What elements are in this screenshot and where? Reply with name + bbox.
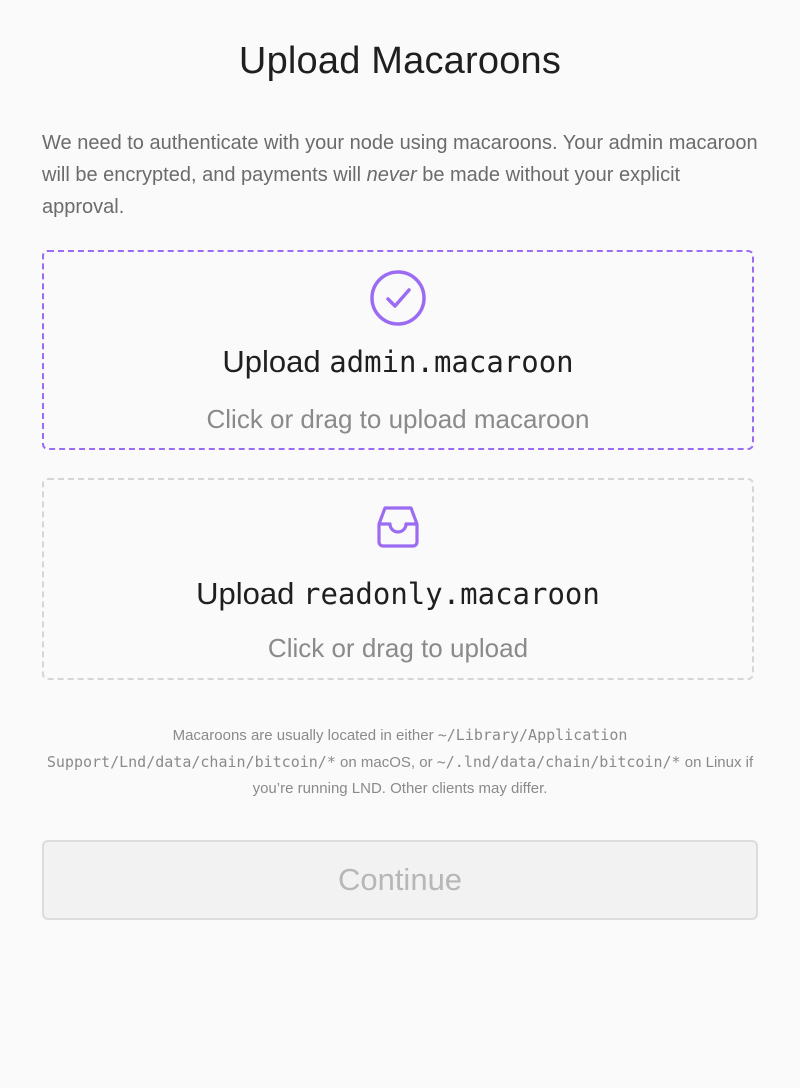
intro-text: We need to authenticate with your node u… — [42, 127, 762, 223]
readonly-filename: readonly.macaroon — [303, 577, 600, 611]
note-part-2: on macOS, or — [335, 754, 437, 771]
continue-button[interactable]: Continue — [42, 840, 758, 920]
admin-filename: admin.macaroon — [329, 345, 574, 379]
note-part-1: Macaroons are usually located in either — [172, 727, 438, 744]
linux-path: ~/.lnd/data/chain/bitcoin/* — [436, 753, 681, 771]
check-circle-icon — [370, 270, 426, 326]
readonly-dropzone-label: Upload readonly.macaroon — [44, 576, 752, 612]
macaroon-location-note: Macaroons are usually located in either … — [30, 722, 770, 802]
readonly-label-prefix: Upload — [196, 576, 304, 611]
upload-macaroons-page: Upload Macaroons We need to authenticate… — [0, 0, 800, 1088]
admin-macaroon-dropzone[interactable]: Upload admin.macaroon Click or drag to u… — [42, 250, 754, 450]
readonly-dropzone-hint: Click or drag to upload — [267, 633, 529, 663]
admin-label-prefix: Upload — [222, 344, 330, 379]
readonly-macaroon-dropzone[interactable]: Upload readonly.macaroon Click or drag t… — [42, 478, 754, 680]
admin-dropzone-label: Upload admin.macaroon — [44, 344, 752, 380]
page-title: Upload Macaroons — [238, 40, 562, 82]
inbox-icon — [377, 506, 419, 548]
intro-text-emphasis: never — [366, 164, 417, 186]
admin-dropzone-hint: Click or drag to upload macaroon — [206, 404, 590, 434]
